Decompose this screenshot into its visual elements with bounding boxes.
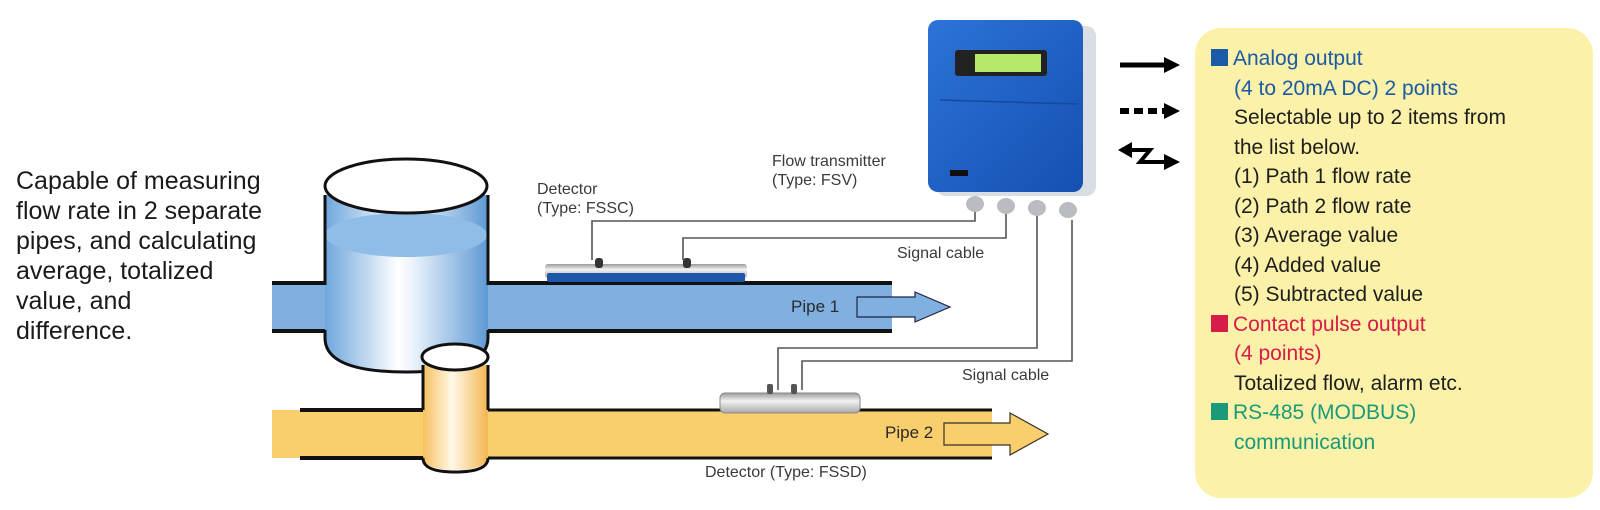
pipe-2-label: Pipe 2 [885, 423, 934, 442]
blue-square-icon [1211, 49, 1228, 66]
pulse-output-title: Contact pulse output [1233, 312, 1426, 336]
analog-item: (4) Added value [1234, 253, 1382, 277]
tank-2 [420, 342, 490, 474]
transmitter-label: Flow transmitter (Type: FSV) [772, 152, 886, 190]
comm-title: RS-485 (MODBUS) [1233, 401, 1417, 424]
analog-output-heading: Analog output [1211, 44, 1506, 74]
intro-line: flow rate in 2 separate [16, 197, 262, 225]
pulse-output-arrow [1120, 103, 1180, 119]
pulse-output-heading: Contact pulse output [1211, 310, 1506, 340]
transmitter-name: Flow transmitter [772, 153, 886, 170]
analog-output-arrow [1120, 57, 1180, 73]
analog-output-title: Analog output [1233, 47, 1363, 70]
intro-line: value, and [16, 287, 132, 315]
pulse-output-subtitle: (4 points) [1234, 342, 1322, 365]
comm-subtitle: communication [1234, 430, 1376, 454]
intro-line: average, totalized [16, 257, 214, 285]
analog-item: (1) Path 1 flow rate [1234, 165, 1412, 188]
red-square-icon [1211, 314, 1228, 332]
analog-output-desc: Selectable up to 2 items from [1234, 106, 1506, 129]
analog-item: (5) Subtracted value [1234, 283, 1424, 306]
detector-fssc [545, 258, 747, 282]
outputs-panel: Analog output (4 to 20mA DC) 2 points Se… [1195, 28, 1593, 498]
signal-cable-label-2: Signal cable [962, 367, 1050, 384]
green-square-icon [1211, 403, 1228, 420]
analog-item: (3) Average value [1234, 224, 1399, 247]
pipe-1-label: Pipe 1 [791, 297, 840, 316]
detector-2-label: Detector (Type: FSSD) [705, 464, 867, 481]
analog-item: (2) Path 2 flow rate [1234, 194, 1412, 218]
rs485-comm-arrow [1118, 142, 1180, 170]
pulse-output-desc: Totalized flow, alarm etc. [1234, 371, 1463, 395]
pipe-1-flow-arrow [856, 291, 952, 323]
intro-description: Capable of measuring flow rate in 2 sepa… [16, 166, 306, 346]
transmitter-type: (Type: FSV) [772, 172, 858, 189]
comm-heading: RS-485 (MODBUS) [1211, 398, 1506, 428]
signal-cable-label-1: Signal cable [897, 245, 985, 262]
flow-transmitter-fsv [928, 20, 1096, 218]
intro-line: difference. [16, 317, 133, 345]
intro-line: Capable of measuring [16, 167, 261, 195]
analog-output-desc: the list below. [1234, 135, 1361, 159]
detector-1-type: (Type: FSSC) [537, 200, 634, 217]
analog-output-subtitle: (4 to 20mA DC) 2 points [1234, 76, 1459, 100]
pipe-2 [272, 408, 992, 460]
intro-line: pipes, and calculating [16, 227, 257, 255]
detector-fssd [719, 384, 861, 414]
detector-1-name: Detector [537, 181, 598, 198]
detector-1-label: Detector (Type: FSSC) [537, 180, 634, 218]
tank-1 [323, 157, 490, 374]
